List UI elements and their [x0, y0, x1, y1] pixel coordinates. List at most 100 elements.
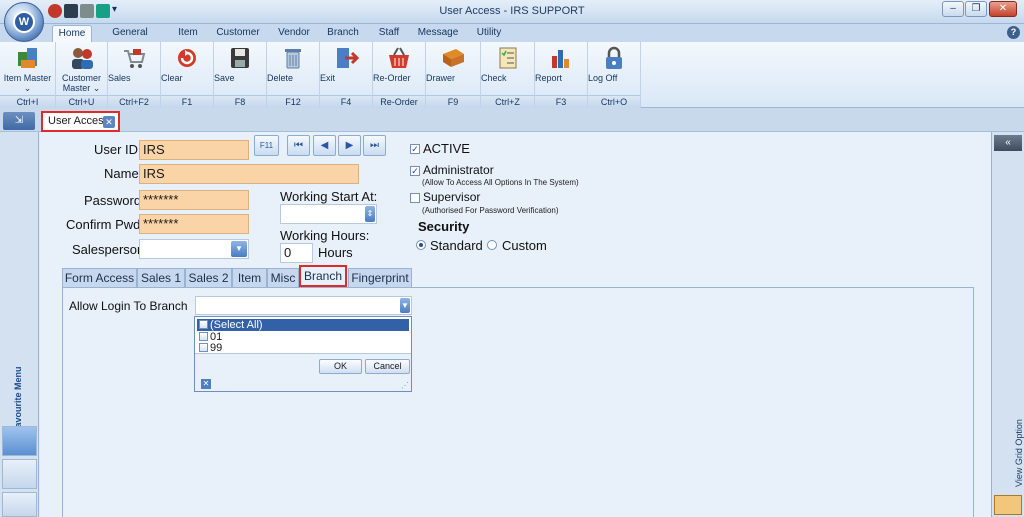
administrator-note: (Allow To Access All Options In The Syst… — [422, 178, 579, 187]
resize-grip-icon[interactable]: ⋰ — [401, 381, 409, 390]
delete-button[interactable]: Delete F12 — [267, 42, 320, 108]
ok-button[interactable]: OK — [319, 359, 362, 374]
tab-branch[interactable]: Branch — [299, 265, 347, 287]
customer-master-button[interactable]: Customer Master ⌄ Ctrl+U — [56, 42, 108, 108]
save-icon — [227, 46, 253, 70]
ribbon-tab-customer[interactable]: Customer — [216, 25, 260, 42]
customer-master-shortcut: Ctrl+U — [56, 95, 107, 108]
chevron-down-icon[interactable]: ▼ — [231, 241, 247, 257]
confirm-password-field[interactable]: ******* — [139, 214, 249, 234]
administrator-label: Administrator — [423, 163, 494, 177]
allow-login-label: Allow Login To Branch — [69, 299, 188, 313]
app-logo-icon: W — [13, 11, 35, 33]
exit-icon — [333, 46, 360, 70]
close-tab-icon[interactable]: ✕ — [103, 116, 115, 128]
report-label: Report — [535, 73, 563, 83]
drawer-label: Drawer — [426, 73, 456, 83]
reorder-button[interactable]: Re-Order Re-Order — [373, 42, 426, 108]
security-standard-label: Standard — [430, 238, 483, 253]
collapse-sidebar-button[interactable]: ⇲ — [3, 112, 35, 130]
view-grid-option-label[interactable]: View Grid Option — [1014, 419, 1024, 487]
exit-shortcut: F4 — [320, 95, 372, 108]
allow-login-branch-dropdown[interactable]: ▼ — [195, 296, 412, 315]
branch-checklist-popup: (Select All) 01 99 OK Cancel ✕ ⋰ — [194, 316, 412, 392]
item-master-button[interactable]: Item Master ⌄ Ctrl+I — [0, 42, 56, 108]
f11-button[interactable]: F11 — [254, 135, 279, 156]
next-record-button[interactable]: ▶ — [338, 135, 361, 156]
ribbon-tab-home[interactable]: Home — [52, 25, 92, 42]
window-title: User Access - IRS SUPPORT — [439, 5, 585, 17]
report-shortcut: F3 — [535, 95, 587, 108]
supervisor-checkbox[interactable] — [410, 193, 420, 203]
minimize-button[interactable]: – — [942, 1, 964, 17]
tab-form-access[interactable]: Form Access — [62, 268, 137, 288]
checkbox-icon[interactable] — [199, 332, 208, 341]
sales-button[interactable]: Sales Ctrl+F2 — [108, 42, 161, 108]
tab-sales-1[interactable]: Sales 1 — [137, 268, 185, 288]
password-label: Password — [84, 193, 142, 208]
tab-misc[interactable]: Misc — [267, 268, 299, 288]
drawer-button[interactable]: Drawer F9 — [426, 42, 481, 108]
ribbon-tab-utility[interactable]: Utility — [472, 25, 506, 42]
ribbon-tab-staff[interactable]: Staff — [372, 25, 406, 42]
clear-icon — [174, 46, 200, 70]
tab-sales-2[interactable]: Sales 2 — [185, 268, 232, 288]
exit-label: Exit — [320, 73, 336, 83]
security-custom-radio[interactable] — [487, 240, 497, 250]
report-button[interactable]: Report F3 — [535, 42, 588, 108]
check-shortcut: Ctrl+Z — [481, 95, 534, 108]
security-standard-radio[interactable] — [416, 240, 426, 250]
save-button[interactable]: Save F8 — [214, 42, 267, 108]
working-hours-field[interactable]: 0 — [280, 243, 313, 263]
password-field[interactable]: ******* — [139, 190, 249, 210]
tab-item[interactable]: Item — [232, 268, 267, 288]
working-start-label: Working Start At: — [280, 189, 378, 204]
cancel-button[interactable]: Cancel — [365, 359, 410, 374]
time-spinner-icon[interactable]: ⇕ — [365, 206, 375, 222]
sidebar-language-icon[interactable] — [2, 492, 37, 517]
active-label: ACTIVE — [423, 141, 470, 156]
ribbon-tab-message[interactable]: Message — [416, 25, 460, 42]
log-off-shortcut: Ctrl+O — [588, 95, 640, 108]
grid-icon[interactable] — [994, 495, 1022, 515]
log-off-button[interactable]: Log Off Ctrl+O — [588, 42, 641, 108]
item-master-icon — [15, 46, 41, 70]
sidebar-modules-icon[interactable] — [2, 426, 37, 456]
ribbon-tab-branch[interactable]: Branch — [324, 25, 362, 42]
tab-fingerprint[interactable]: Fingerprint — [348, 268, 412, 288]
clear-label: Clear — [161, 73, 183, 83]
check-button[interactable]: Check Ctrl+Z — [481, 42, 535, 108]
document-tab-strip: ⇲ — [0, 108, 1024, 132]
doc-tab-user-access[interactable]: User Access ✕ — [41, 111, 120, 132]
help-icon[interactable]: ? — [1007, 26, 1020, 39]
favourite-menu-sidebar: My Favourite Menu — [0, 132, 39, 517]
delete-shortcut: F12 — [267, 95, 319, 108]
option-label: (Select All) — [210, 319, 263, 331]
last-record-button[interactable]: ⏭ — [363, 135, 386, 156]
ribbon-tab-general-setup[interactable]: General Setup — [98, 25, 162, 54]
sidebar-dashboard-icon[interactable] — [2, 459, 37, 489]
ribbon-tab-item[interactable]: Item — [172, 25, 204, 42]
checkbox-icon[interactable] — [199, 320, 208, 329]
name-field[interactable]: IRS — [139, 164, 359, 184]
close-window-button[interactable]: ✕ — [989, 1, 1017, 17]
drawer-shortcut: F9 — [426, 95, 480, 108]
checkbox-icon[interactable] — [199, 343, 208, 352]
first-record-button[interactable]: ⏮ — [287, 135, 310, 156]
ribbon: Item Master ⌄ Ctrl+I Customer Master ⌄ C… — [0, 42, 1024, 108]
expand-grid-button[interactable]: « — [994, 135, 1022, 151]
ribbon-tab-vendor[interactable]: Vendor — [274, 25, 314, 42]
user-id-field[interactable]: IRS — [139, 140, 249, 160]
application-menu-button[interactable]: W — [4, 2, 44, 42]
administrator-checkbox[interactable]: ✓ — [410, 166, 420, 176]
active-checkbox[interactable]: ✓ — [410, 144, 420, 154]
previous-record-button[interactable]: ◀ — [313, 135, 336, 156]
close-popup-icon[interactable]: ✕ — [201, 379, 211, 389]
restore-button[interactable]: ❐ — [965, 1, 987, 17]
chevron-down-icon[interactable]: ▼ — [400, 298, 410, 313]
salesperson-dropdown[interactable]: ▼ — [139, 239, 249, 259]
clear-button[interactable]: Clear F1 — [161, 42, 214, 108]
exit-button[interactable]: Exit F4 — [320, 42, 373, 108]
working-start-field[interactable]: ⇕ — [280, 204, 377, 224]
list-item-select-all[interactable]: (Select All) — [197, 319, 409, 331]
